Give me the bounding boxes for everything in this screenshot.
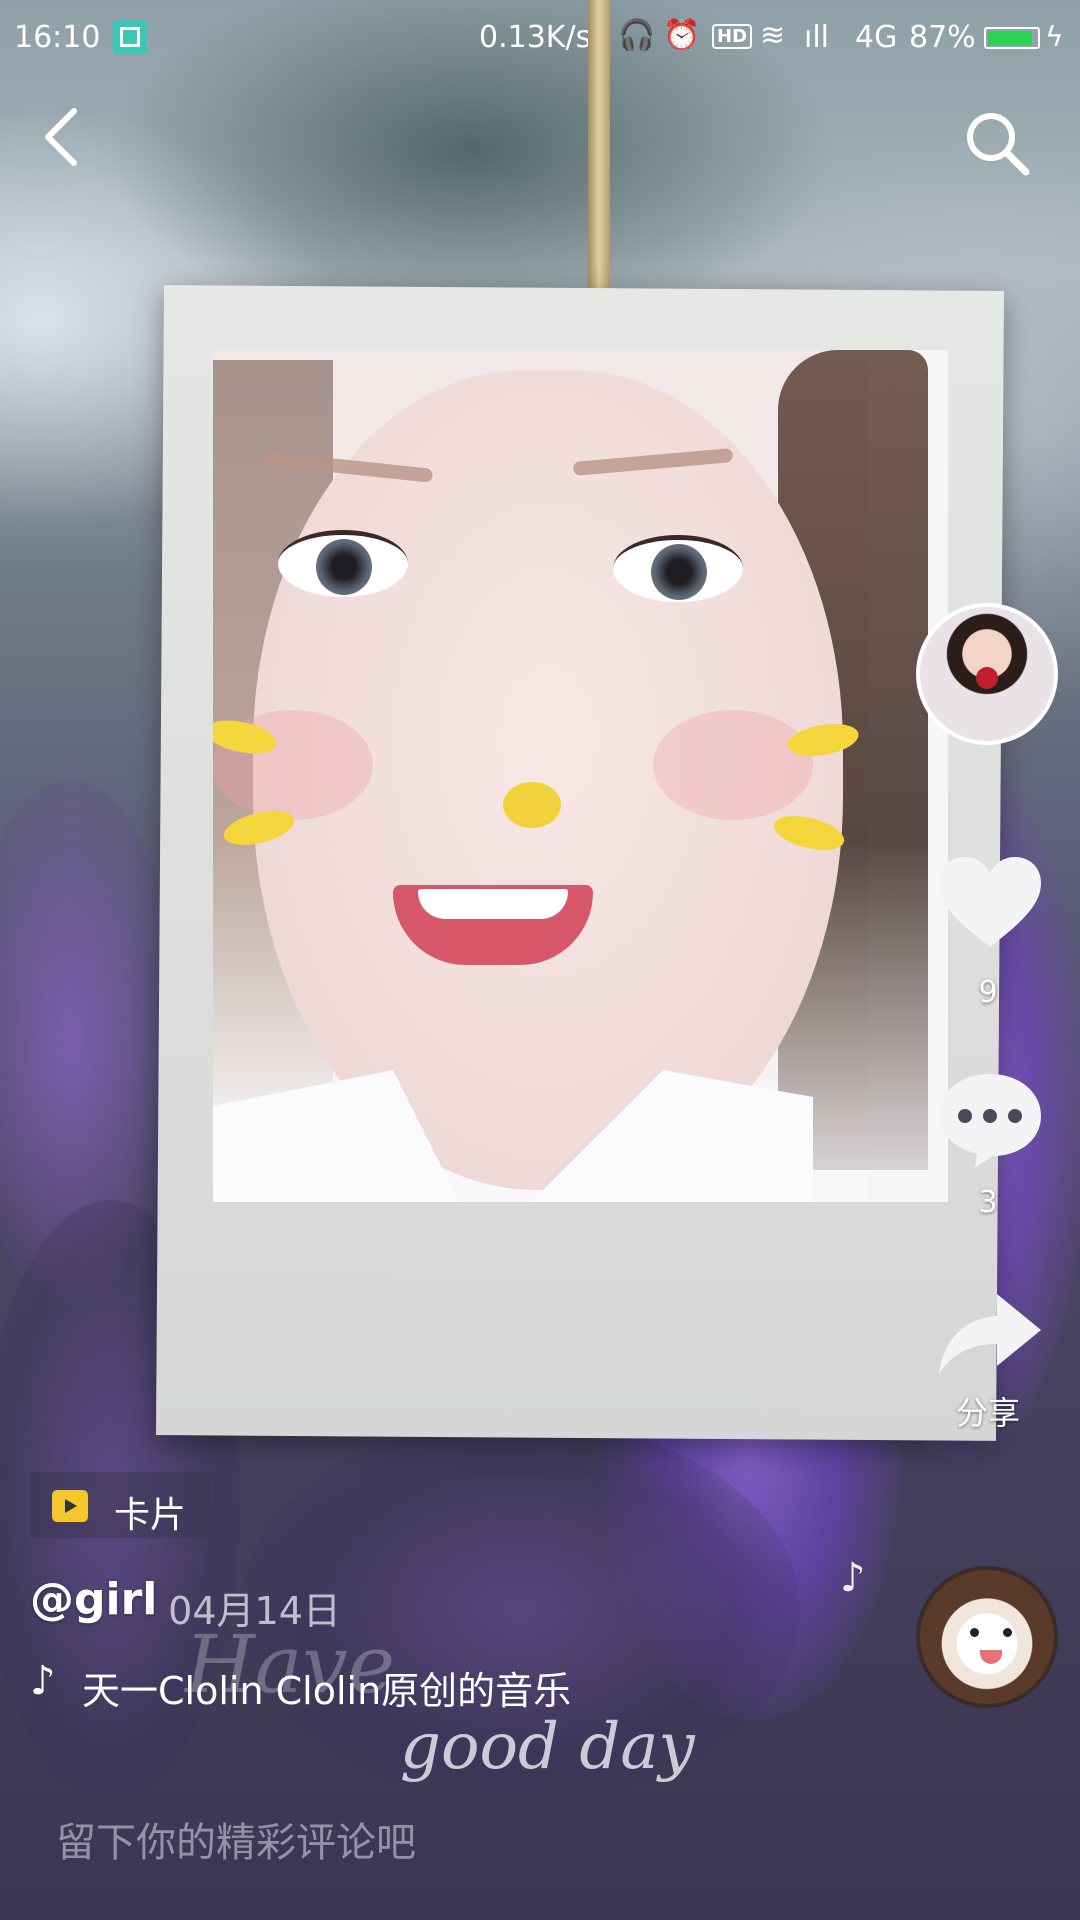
back-arrow-icon[interactable] xyxy=(40,105,84,169)
music-disc-avatar[interactable] xyxy=(916,1566,1058,1708)
hd-badge: HD xyxy=(712,24,753,49)
tiktok-music-icon: ♪ xyxy=(30,1658,56,1704)
music-note-icon: ♪ xyxy=(840,1555,866,1601)
screenshot-app-icon xyxy=(113,20,147,54)
hanging-string xyxy=(588,0,610,312)
author-avatar[interactable] xyxy=(916,603,1058,745)
card-tag-label: 卡片 xyxy=(114,1495,187,1536)
comment-bubble-icon[interactable] xyxy=(935,1070,1045,1170)
comment-input[interactable]: 留下你的精彩评论吧 xyxy=(56,1810,416,1868)
left-eye xyxy=(278,530,408,597)
overlay-text-good-day: good day xyxy=(400,1710,695,1784)
network-type: 4G xyxy=(855,20,898,55)
search-icon[interactable] xyxy=(962,108,1032,178)
author-name[interactable]: @girl xyxy=(30,1574,157,1625)
nose-sticker-icon xyxy=(503,782,561,828)
right-eye xyxy=(613,535,743,602)
signal-icon: ıll xyxy=(804,20,830,55)
like-count: 9 xyxy=(978,975,998,1010)
like-heart-icon[interactable] xyxy=(935,855,1045,955)
charging-icon: ϟ xyxy=(1045,20,1064,53)
card-tag[interactable]: 卡片 xyxy=(30,1472,210,1538)
network-speed: 0.13K/s xyxy=(479,20,592,55)
overlay-text-have: Have xyxy=(185,1618,395,1711)
comment-count: 3 xyxy=(978,1185,998,1220)
battery-icon xyxy=(984,27,1040,49)
share-arrow-icon[interactable] xyxy=(935,1290,1045,1380)
headset-alarm-icons: 🎧⏰ xyxy=(618,18,709,53)
wifi-icon: ≋ xyxy=(760,18,786,53)
card-play-icon xyxy=(52,1490,88,1522)
video-photo[interactable] xyxy=(213,350,948,1202)
battery-percent: 87% xyxy=(909,20,976,55)
status-bar: 16:10 0.13K/s 🎧⏰ HD ≋ ıll 4G 87% ϟ xyxy=(0,0,1080,76)
status-time: 16:10 xyxy=(14,20,101,55)
share-label: 分享 xyxy=(955,1394,1020,1432)
